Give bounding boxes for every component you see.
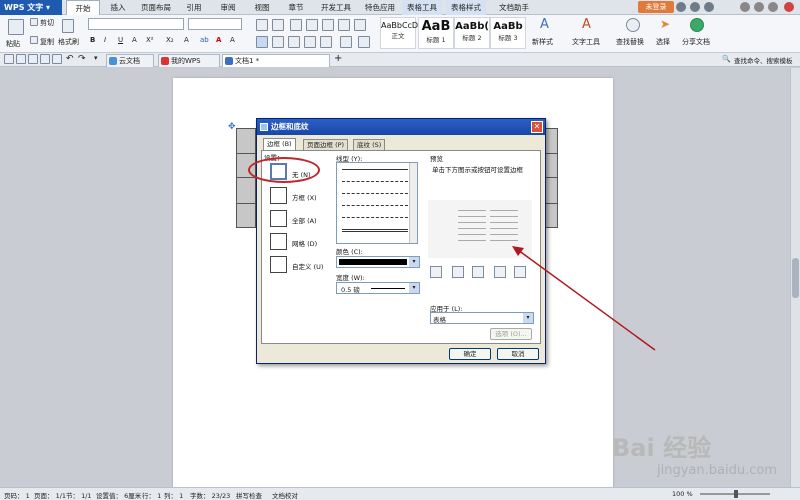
watermark-url: jingyan.baidu.com: [657, 463, 777, 478]
status-words: 字数： 23/23: [190, 492, 231, 500]
status-page: 页码： 1: [4, 492, 30, 500]
doc-compare-button[interactable]: 文档校对: [272, 490, 298, 500]
vertical-scrollbar[interactable]: [790, 68, 800, 487]
status-bar: 页码： 1 页面： 1/1 节： 1/1 设置值： 6厘米 行： 1 列： 1 …: [0, 487, 800, 500]
annotation-arrow-line: [517, 249, 656, 351]
status-col: 列： 1: [164, 492, 184, 500]
scrollbar-thumb[interactable]: [792, 258, 799, 298]
watermark: Bai 经验: [612, 434, 712, 462]
zoom-level[interactable]: 100 %: [672, 490, 693, 498]
status-setvalue: 设置值： 6厘米: [96, 492, 142, 500]
spell-check-button[interactable]: 拼写检查: [236, 490, 262, 500]
status-row: 行： 1: [142, 492, 162, 500]
zoom-slider-thumb[interactable]: [734, 490, 738, 498]
annotation-arrow: [512, 246, 656, 351]
status-section: 节： 1/1: [66, 492, 92, 500]
status-pages: 页面： 1/1: [34, 492, 67, 500]
annotation-arrow-head: [512, 246, 524, 256]
